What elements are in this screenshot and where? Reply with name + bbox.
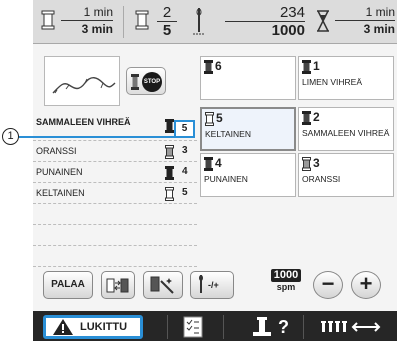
color-time-fraction: 1 min 3 min [335,4,395,37]
lock-label: LUKITTU [80,321,128,333]
thread-sort-button[interactable] [101,271,135,299]
spools-arrow-icon [321,321,381,332]
spool-cell[interactable]: 3 ORANSSI [298,153,394,197]
spool-dark-icon [204,60,213,74]
thread-number: 3 [182,145,188,156]
speed-decrease-button[interactable]: − [313,271,343,299]
divider [167,315,168,339]
embroidery-screen: 1 min 3 min 2 5 234 1000 1 min 3 min STO… [33,0,397,341]
spool-light-icon [165,145,174,159]
thread-name: KELTAINEN [36,188,85,198]
spool-number: 5 [216,111,223,125]
needle-label: -/+ [208,280,219,290]
needle-icon [193,8,205,35]
sort-threads-icon [106,278,129,293]
spool-dark-icon [165,119,174,133]
divider [123,6,124,38]
time-progress-bar: 1 min 3 min 2 5 234 1000 1 min 3 min [33,0,397,44]
divider [223,315,224,339]
spool-cell[interactable]: 4 PUNAINEN [200,153,296,197]
current-color: 2 [157,4,177,22]
help-symbol: ? [278,317,290,337]
needle-icon [199,275,203,293]
checklist-icon [183,316,203,338]
spool-light-icon [302,157,311,171]
speed-indicator: 1000 spm [271,269,301,293]
spool-reset-button[interactable] [143,271,183,299]
total-time: 3 min [81,22,113,36]
spool-outline-icon [205,112,214,126]
current-stitch: 234 [225,4,305,22]
empty-list-row [33,204,197,225]
list-item[interactable]: ORANSSI 3 [33,141,197,162]
color-count-segment: 2 5 [129,0,181,44]
pattern-preview [44,56,120,106]
stitch-count-fraction: 234 1000 [225,4,305,39]
color-time-segment: 1 min 3 min [311,0,397,44]
total-colors: 5 [162,22,172,39]
spool-cell[interactable]: 6 [200,56,296,100]
total-stitches: 1000 [271,22,305,39]
total-time-segment: 1 min 3 min [33,0,115,44]
callout-line [19,136,176,138]
spool-outline-icon [41,10,55,30]
spool-dark-icon [204,157,213,171]
thread-name: PUNAINEN [36,167,83,177]
thread-name: SAMMALEEN VIHREÄ [36,117,131,127]
color-elapsed-time: 1 min [335,4,395,21]
warning-icon [53,319,73,335]
thread-display-tab[interactable] [321,315,383,339]
spool-thread-name: SAMMALEEN VIHREÄ [302,128,390,138]
stop-icon: STOP [142,72,162,92]
pattern-thumbnail-icon [52,77,116,94]
thread-name: ORANSSI [36,146,77,156]
spool-cell[interactable]: 1 LIMEN VIHREÄ [298,56,394,100]
lock-button[interactable]: LUKITTU [43,315,143,339]
spool-cell[interactable]: 2 SAMMALEEN VIHREÄ [298,107,394,151]
speed-value: 1000 [271,269,301,282]
list-item[interactable]: PUNAINEN 4 [33,162,197,183]
empty-list-row [33,246,197,267]
settings-tab[interactable] [183,315,203,339]
stitch-count-segment: 234 1000 [185,0,309,44]
color-total-time: 3 min [363,22,395,36]
back-button[interactable]: PALAA [43,271,93,299]
color-count-fraction: 2 5 [157,4,177,39]
needle-position-button[interactable]: -/+ [190,271,234,299]
spool-number: 2 [313,110,320,124]
divider [303,315,304,339]
empty-list-row [33,225,197,246]
help-tab[interactable]: ? [251,315,289,339]
spool-outline-icon [165,187,174,201]
spool-icon [131,74,139,90]
speed-unit: spm [276,282,296,292]
spool-wand-icon [150,276,174,294]
spool-dark-icon [302,111,311,125]
spool-dark-icon [165,166,174,180]
spool-number: 6 [215,59,222,73]
spool-number: 4 [215,156,222,170]
spool-thread-name: ORANSSI [302,174,341,184]
sewing-machine-icon [253,317,271,336]
spool-number: 3 [313,156,320,170]
spool-number: 1 [313,59,320,73]
thread-number: 4 [182,166,188,177]
spool-dark-icon [302,60,311,74]
spool-thread-name: LIMEN VIHREÄ [302,77,362,87]
spool-cell-current[interactable]: 5 KELTAINEN [200,107,296,151]
list-item[interactable]: KELTAINEN 5 [33,183,197,204]
speed-increase-button[interactable]: + [351,271,381,299]
thread-number: 5 [182,187,188,198]
spool-thread-name: KELTAINEN [205,129,251,139]
bottom-toolbar: LUKITTU ? [33,311,397,341]
hourglass-icon [317,10,329,32]
elapsed-time: 1 min [61,4,113,21]
total-time-fraction: 1 min 3 min [61,4,113,37]
stop-code-button[interactable]: STOP [126,67,166,95]
spool-thread-name: PUNAINEN [204,174,248,184]
spool-outline-icon [135,10,149,30]
callout-number: 1 [2,128,19,145]
thread-number: 5 [174,120,195,138]
